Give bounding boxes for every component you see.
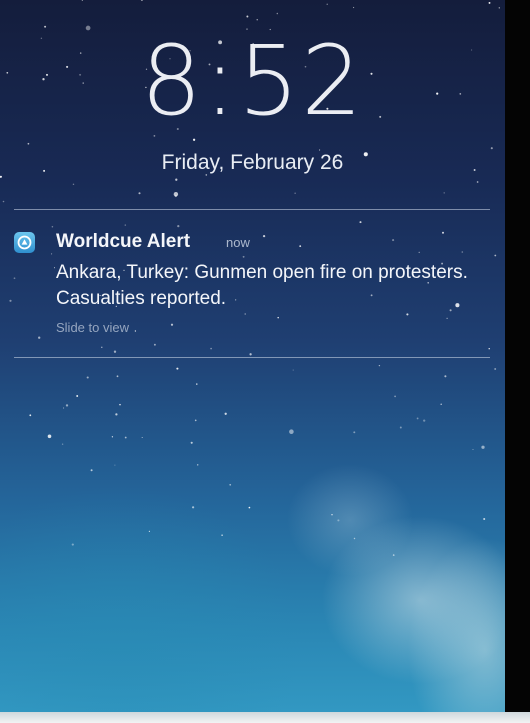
device-bezel-bottom [0,712,530,723]
notification-divider-bottom [14,357,490,358]
lock-screen-date: Friday, February 26 [161,151,344,174]
notification-divider-top [14,209,490,210]
lock-screen-clock: 8:52 [140,25,365,137]
notification[interactable]: Worldcue Alert now Ankara, Turkey: Gunme… [14,222,490,350]
device-bezel-right [505,0,530,723]
lock-screen: 8:52 Friday, February 26 Worldcue Alert … [0,0,530,723]
slide-to-view-hint: Slide to view [56,320,129,335]
notification-app-name: Worldcue Alert [56,231,191,252]
worldcue-app-icon [14,232,35,253]
notification-message: Ankara, Turkey: Gunmen open fire on prot… [56,262,468,309]
notification-timestamp: now [226,235,250,250]
